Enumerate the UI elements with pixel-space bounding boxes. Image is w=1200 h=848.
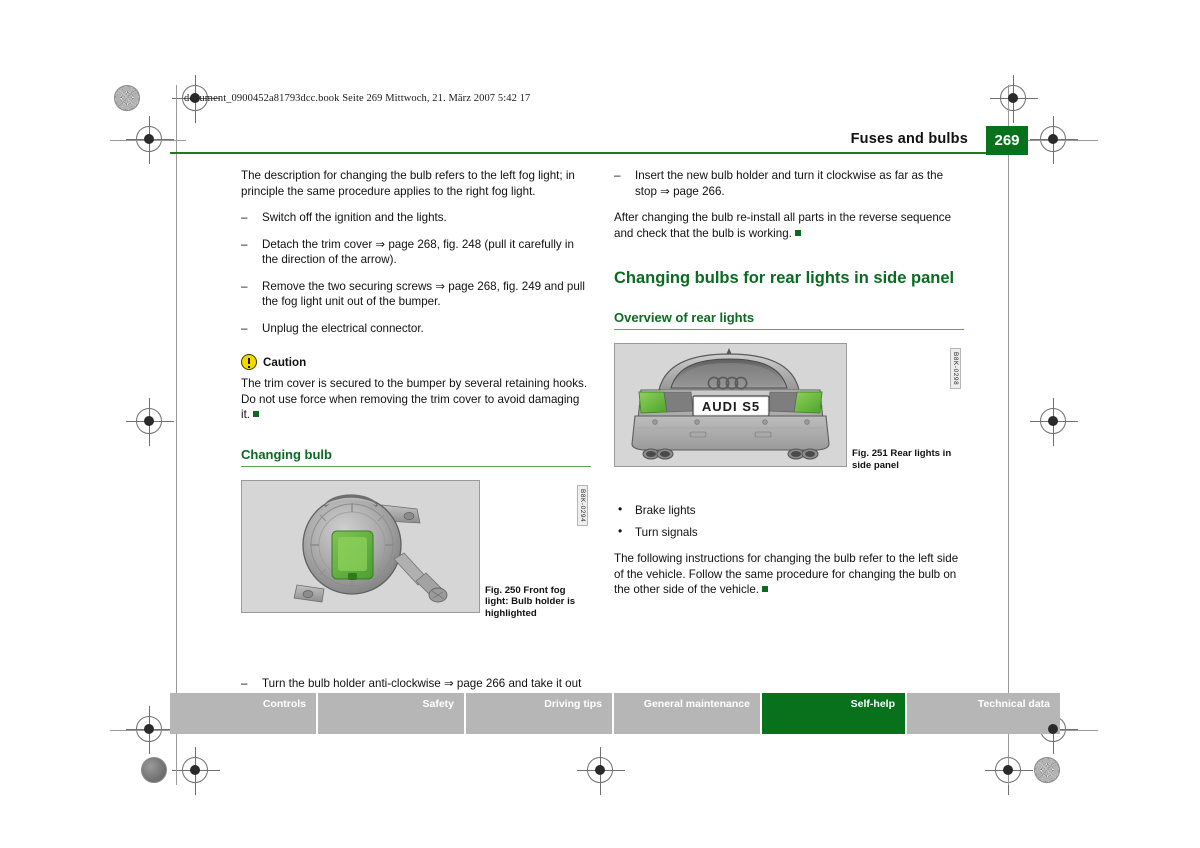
- crop-rule-vertical-left: [176, 85, 177, 785]
- caution-text: The trim cover is secured to the bumper …: [241, 376, 591, 423]
- tab-general-maintenance[interactable]: General maintenance: [614, 693, 762, 734]
- list-item-text: Turn signals: [635, 525, 698, 539]
- procedure-step-text: Detach the trim cover ⇒ page 268, fig. 2…: [262, 237, 574, 267]
- procedure-step: – Unplug the electrical connector.: [241, 321, 591, 337]
- list-item: • Brake lights: [614, 502, 964, 519]
- figure-251-image: AUDI S5: [614, 343, 847, 467]
- procedure-step: – Detach the trim cover ⇒ page 268, fig.…: [241, 237, 591, 268]
- figure-251-code: B8K-0298: [950, 348, 961, 390]
- figure-250-caption: Fig. 250 Front fog light: Bulb holder is…: [485, 585, 589, 620]
- license-plate-text: AUDI S5: [702, 399, 760, 414]
- front-fog-light-illustration: [293, 493, 448, 602]
- procedure-step-list: – Switch off the ignition and the lights…: [241, 210, 591, 336]
- caution-text-value: The trim cover is secured to the bumper …: [241, 377, 588, 421]
- tab-self-help-label: Self-help: [850, 698, 895, 710]
- halftone-patch-bottom-left: [141, 757, 167, 783]
- procedure-step: – Remove the two securing screws ⇒ page …: [241, 279, 591, 310]
- caution-label: Caution: [263, 355, 307, 369]
- header-green-rule: [170, 152, 988, 154]
- closing-paragraph: The following instructions for changing …: [614, 551, 964, 598]
- tab-technical-data[interactable]: Technical data: [907, 693, 1060, 734]
- overview-heading: Overview of rear lights: [614, 310, 964, 330]
- figure-250-number: Fig. 250: [485, 584, 521, 596]
- page-number-badge: 269: [986, 126, 1028, 155]
- tab-self-help[interactable]: Self-help: [762, 693, 907, 734]
- caution-header: Caution: [241, 354, 591, 370]
- registration-mark-left-lower: [126, 706, 174, 754]
- registration-mark-right-middle: [1030, 398, 1078, 446]
- figure-251-caption: Fig. 251 Rear lights in side panel: [852, 448, 956, 471]
- tab-safety-label: Safety: [422, 698, 454, 710]
- rear-lights-illustration: AUDI S5: [631, 348, 830, 460]
- procedure-step-text: Insert the new bulb holder and turn it c…: [635, 169, 944, 198]
- file-stamp: document_0900452a81793dcc.book Seite 269…: [184, 93, 531, 104]
- crop-rule-vertical-right: [1008, 85, 1009, 785]
- end-of-section-marker: [253, 411, 260, 417]
- registration-mark-right-upper: [1030, 116, 1078, 164]
- procedure-step: – Switch off the ignition and the lights…: [241, 210, 591, 226]
- procedure-step-text: Remove the two securing screws ⇒ page 26…: [262, 279, 585, 309]
- after-change-note: After changing the bulb re-install all p…: [614, 210, 964, 241]
- warning-exclamation-icon: [241, 354, 257, 370]
- registration-mark-bottom-left: [172, 747, 220, 795]
- continued-step-list: – Insert the new bulb holder and turn it…: [614, 168, 964, 199]
- after-change-note-value: After changing the bulb re-install all p…: [614, 211, 952, 240]
- tab-controls[interactable]: Controls: [170, 693, 318, 734]
- halftone-patch-bottom-right: [1034, 757, 1060, 783]
- procedure-step-text: Unplug the electrical connector.: [262, 321, 424, 335]
- dash-marker: –: [241, 211, 248, 224]
- dash-marker: –: [241, 676, 248, 690]
- left-column: The description for changing the bulb re…: [241, 168, 591, 718]
- tab-safety[interactable]: Safety: [318, 693, 466, 734]
- section-heading: Changing bulbs for rear lights in side p…: [614, 269, 955, 287]
- changing-bulb-heading: Changing bulb: [241, 447, 591, 467]
- tab-driving-tips-label: Driving tips: [544, 698, 602, 710]
- registration-mark-left-upper: [126, 116, 174, 164]
- tab-general-maintenance-label: General maintenance: [643, 698, 750, 710]
- procedure-step: – Insert the new bulb holder and turn it…: [614, 168, 964, 199]
- rear-light-bullet-list: • Brake lights • Turn signals: [614, 502, 964, 541]
- procedure-step-text: Switch off the ignition and the lights.: [262, 211, 447, 224]
- registration-mark-top-right: [990, 75, 1038, 123]
- closing-paragraph-value: The following instructions for changing …: [614, 552, 959, 596]
- end-of-section-marker: [794, 229, 801, 236]
- registration-mark-left-middle: [126, 398, 174, 446]
- list-item: • Turn signals: [614, 523, 964, 541]
- dash-marker: –: [241, 321, 248, 335]
- figure-250-image: [241, 479, 480, 613]
- bullet-marker: •: [618, 502, 623, 516]
- figure-250-code: B8K-0294: [577, 484, 588, 526]
- dash-marker: –: [241, 279, 248, 293]
- crop-rule-top-right: [1026, 140, 1098, 141]
- intro-paragraph: The description for changing the bulb re…: [241, 169, 575, 198]
- right-column: – Insert the new bulb holder and turn it…: [614, 168, 964, 609]
- figure-251: AUDI S5 B8K-0298 Fig. 251 Rear lights in…: [614, 343, 964, 471]
- dash-marker: –: [614, 169, 621, 182]
- registration-mark-bottom-center: [577, 747, 625, 795]
- tab-driving-tips[interactable]: Driving tips: [466, 693, 614, 734]
- end-of-section-marker: [762, 586, 769, 592]
- list-item-text: Brake lights: [635, 504, 696, 517]
- page-title: Fuses and bulbs: [850, 131, 968, 147]
- dash-marker: –: [241, 237, 248, 251]
- figure-251-number: Fig. 251: [852, 448, 888, 459]
- chapter-tab-bar: Controls Safety Driving tips General mai…: [170, 693, 1060, 734]
- tab-controls-label: Controls: [262, 698, 306, 710]
- halftone-patch-top-left: [114, 85, 140, 111]
- bullet-marker: •: [618, 523, 623, 538]
- figure-250: B8K-0294 Fig. 250 Front fog light: Bulb …: [241, 479, 591, 619]
- tab-technical-data-label: Technical data: [977, 698, 1050, 710]
